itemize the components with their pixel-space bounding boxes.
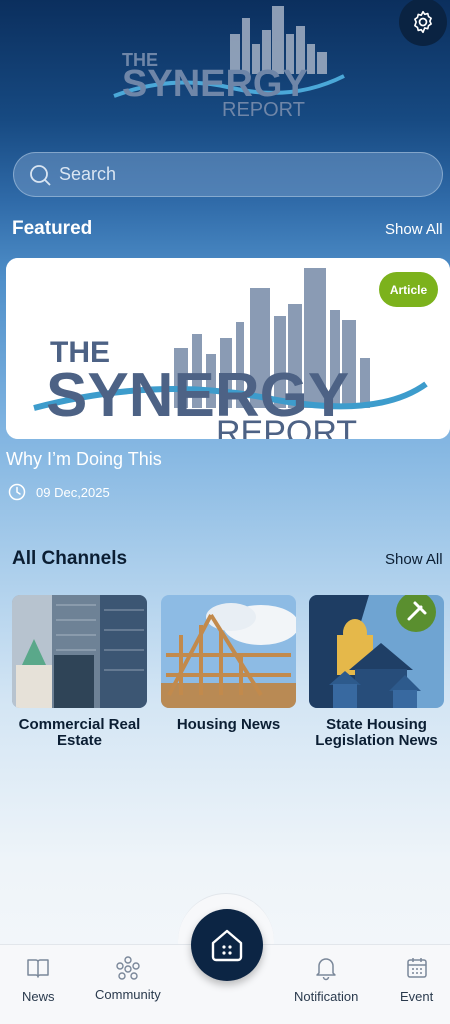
community-icon [116,956,140,980]
channel-label: Housing News [176,716,281,733]
channel-label: State Housing Legislation News [315,716,438,749]
nav-label: Community [95,987,161,1002]
featured-title: Featured [12,218,93,239]
channel-commercial-real-estate[interactable]: Commercial Real Estate [12,595,147,749]
book-icon [27,959,49,978]
search-icon [30,164,51,186]
featured-date-text: 09 Dec,2025 [36,484,110,500]
featured-headline[interactable]: Why I’m Doing This [6,449,162,470]
nav-label: News [22,989,55,1004]
channel-housing-news[interactable]: Housing News [161,595,296,733]
nav-item-news[interactable]: News [22,955,55,1004]
calendar-icon [406,958,427,978]
featured-show-all-link[interactable]: Show All [385,221,443,238]
clock-icon [8,483,26,501]
search-input[interactable]: Search [13,152,443,197]
bell-icon [316,958,336,981]
channels-show-all-link[interactable]: Show All [385,551,443,568]
app-logo: THE SYNERGY REPORT [112,4,348,121]
channel-label: Commercial Real Estate [18,716,141,749]
search-placeholder: Search [59,164,117,184]
channels-title: All Channels [12,548,128,569]
channel-state-housing-legislation-news[interactable]: State Housing Legislation News [309,595,444,749]
nav-item-notification[interactable]: Notification [294,955,358,1004]
home-icon [211,929,243,962]
image-text-report: REPORT [216,414,357,439]
article-badge: Article [379,272,438,307]
nav-item-event[interactable]: Event [400,955,433,1004]
channel-thumbnail [12,595,147,708]
channel-thumbnail [161,595,296,708]
nav-label: Notification [294,989,359,1004]
nav-label: Event [400,989,434,1004]
settings-button[interactable] [399,0,447,46]
featured-date: 09 Dec,2025 [8,483,110,501]
home-button[interactable] [191,909,263,981]
nav-item-community[interactable]: Community [95,955,161,1002]
logo-text-report: REPORT [222,99,305,118]
channel-thumbnail [309,595,444,708]
gear-icon [414,10,432,34]
